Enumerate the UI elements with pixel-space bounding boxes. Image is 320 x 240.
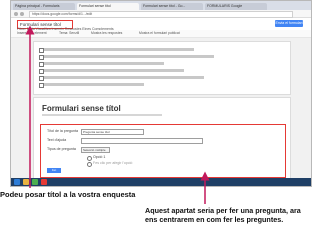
form-settings-panel <box>33 41 291 95</box>
add-option-radio[interactable] <box>87 162 92 167</box>
option-1[interactable]: Opció 1 <box>93 155 105 159</box>
screenshot-frame: Pàgina principal - Formularis Formulari … <box>10 0 312 187</box>
browser-tab-4[interactable]: FORMULARIS Google <box>205 3 267 10</box>
start-icon[interactable] <box>14 179 20 185</box>
back-icon[interactable] <box>14 12 18 16</box>
settings-line <box>44 83 144 86</box>
help-text-input[interactable] <box>81 138 203 144</box>
browser-tab-3[interactable]: Formulari sense títol - Go... <box>141 3 203 10</box>
send-form-button[interactable]: Envia el formulari <box>275 20 303 27</box>
annotation-right: Aquest apartat seria per fer una pregunt… <box>145 206 301 224</box>
done-button[interactable]: Fet <box>47 168 61 173</box>
question-editor: Títol de la pregunta Pregunta sense títo… <box>40 124 286 178</box>
browser-tab-1[interactable]: Pàgina principal - Formularis <box>13 3 75 10</box>
option-radio[interactable] <box>87 156 92 161</box>
settings-line <box>44 55 214 58</box>
add-option-link[interactable]: Fes clic per afegir l'opció <box>93 161 132 165</box>
browser-icon[interactable] <box>32 179 38 185</box>
theme-button[interactable]: Tema: Senzill <box>59 31 79 35</box>
insert-item-button[interactable]: Insereix un element <box>17 31 47 35</box>
show-responses-button[interactable]: Mostra les respostes <box>91 31 122 35</box>
help-text-label: Text d'ajuda <box>47 138 67 142</box>
windows-taskbar <box>11 178 311 186</box>
form-description-line <box>42 114 162 116</box>
annotation-left: Podeu posar títol a la vostra enquesta <box>0 190 136 199</box>
folder-icon[interactable] <box>23 179 29 185</box>
question-title-input[interactable]: Pregunta sense títol <box>81 129 144 135</box>
forms-toolbar: Insereix un element Tema: Senzill Mostra… <box>11 30 311 38</box>
settings-line <box>44 48 194 51</box>
form-title[interactable]: Formulari sense títol <box>42 104 121 113</box>
settings-line <box>44 69 184 72</box>
form-card: Formulari sense títol Títol de la pregun… <box>33 97 291 185</box>
question-type-select[interactable]: Selecció múltiple <box>81 147 110 153</box>
question-title-label: Títol de la pregunta <box>47 129 78 133</box>
question-type-label: Tipus de pregunta <box>47 147 76 151</box>
app-icon[interactable] <box>41 179 47 185</box>
browser-tab-bar: Pàgina principal - Formularis Formulari … <box>11 1 311 10</box>
settings-line <box>44 62 164 65</box>
forward-icon[interactable] <box>20 12 24 16</box>
browser-tab-2[interactable]: Formulari sense títol <box>77 3 139 10</box>
show-published-form-button[interactable]: Mostra el formulari publicat <box>139 31 180 35</box>
browser-url-bar: https://docs.google.com/forms/d/1.../edi… <box>11 10 311 18</box>
settings-line <box>44 76 204 79</box>
url-field[interactable]: https://docs.google.com/forms/d/1.../edi… <box>29 11 293 18</box>
